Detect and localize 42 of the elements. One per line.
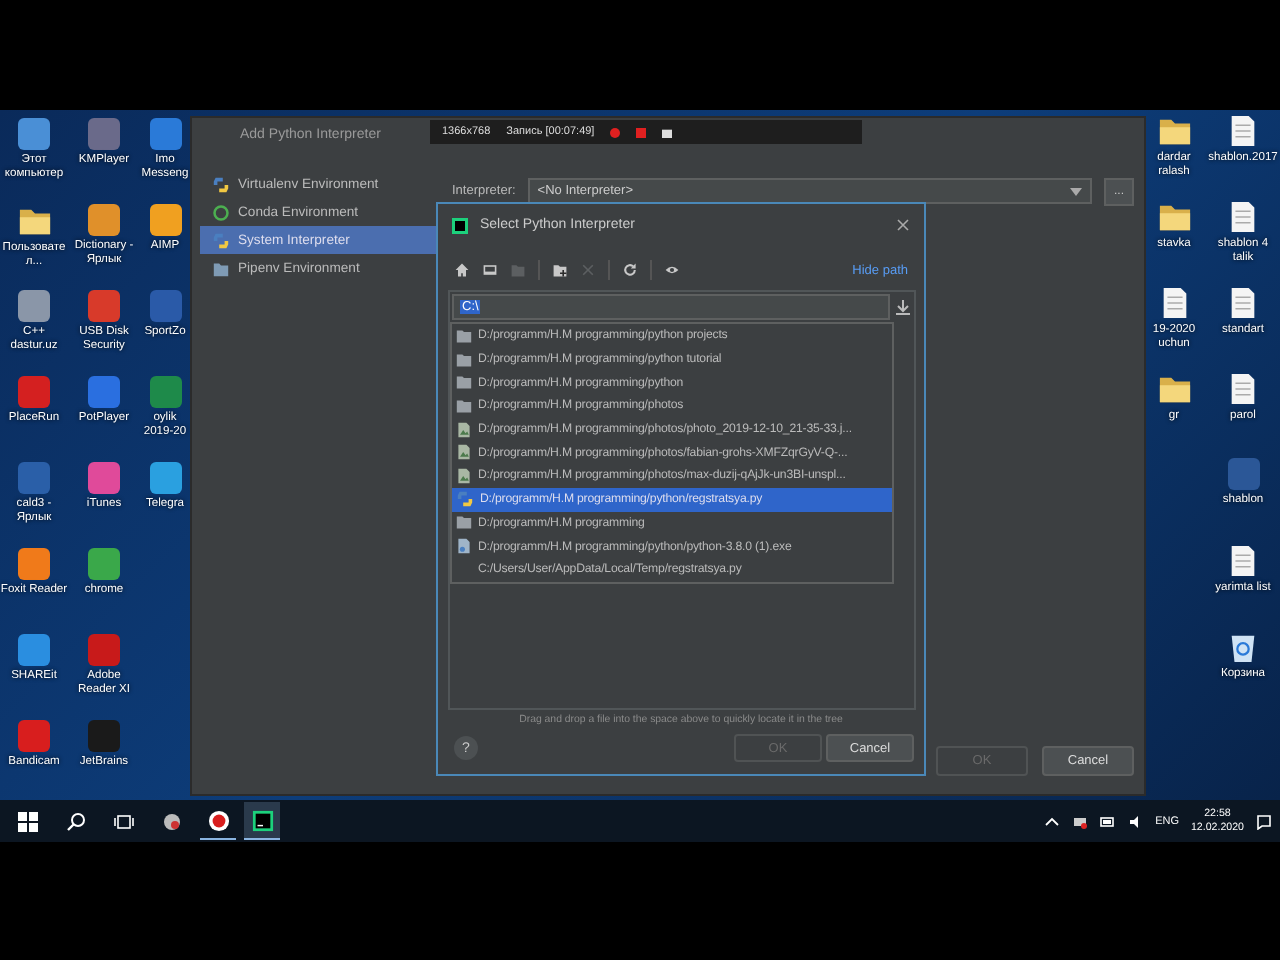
- python-icon: [212, 231, 230, 249]
- camera-icon[interactable]: [662, 127, 673, 137]
- new-folder-icon[interactable]: [552, 262, 568, 278]
- folder-icon: [17, 204, 51, 238]
- recycle-bin-icon: [1226, 630, 1260, 664]
- ring-icon: [212, 203, 230, 221]
- stop-icon[interactable]: [636, 127, 647, 137]
- folder-icon: [1157, 372, 1191, 406]
- speaker-icon[interactable]: [1127, 813, 1144, 829]
- record-icon[interactable]: [610, 127, 621, 137]
- battery-icon[interactable]: [1099, 813, 1116, 829]
- folder-icon: [1157, 114, 1191, 148]
- image-file-icon: [456, 467, 472, 484]
- monitor-icon[interactable]: [482, 262, 498, 278]
- ide-taskbar-icon[interactable]: [244, 802, 280, 840]
- refresh-icon[interactable]: [622, 262, 638, 278]
- image-file-icon: [456, 444, 472, 461]
- document-icon: [1226, 114, 1260, 148]
- app-icon: [452, 217, 468, 233]
- document-icon: [1226, 544, 1260, 578]
- chevron-up-icon[interactable]: [1043, 813, 1060, 829]
- python-file-icon: [456, 490, 474, 509]
- folder-icon: [456, 514, 472, 531]
- folder-icon: [212, 259, 230, 277]
- folder-icon: [1157, 200, 1191, 234]
- download-icon[interactable]: [894, 298, 912, 316]
- notification-icon[interactable]: [1256, 813, 1272, 829]
- windows-logo-icon[interactable]: [18, 811, 38, 831]
- file-icon: [456, 538, 472, 555]
- document-icon: [1226, 372, 1260, 406]
- eye-icon[interactable]: [664, 262, 680, 278]
- home-icon[interactable]: [454, 262, 470, 278]
- document-icon: [1226, 200, 1260, 234]
- close-icon[interactable]: [896, 218, 910, 232]
- task-view-icon[interactable]: [114, 811, 134, 831]
- app-icon[interactable]: [162, 811, 182, 831]
- caret-icon[interactable]: [1070, 187, 1082, 195]
- image-file-icon: [456, 421, 472, 438]
- network-icon[interactable]: [1071, 813, 1088, 829]
- document-icon: [1226, 286, 1260, 320]
- search-icon[interactable]: [66, 811, 86, 831]
- python-icon: [212, 175, 230, 193]
